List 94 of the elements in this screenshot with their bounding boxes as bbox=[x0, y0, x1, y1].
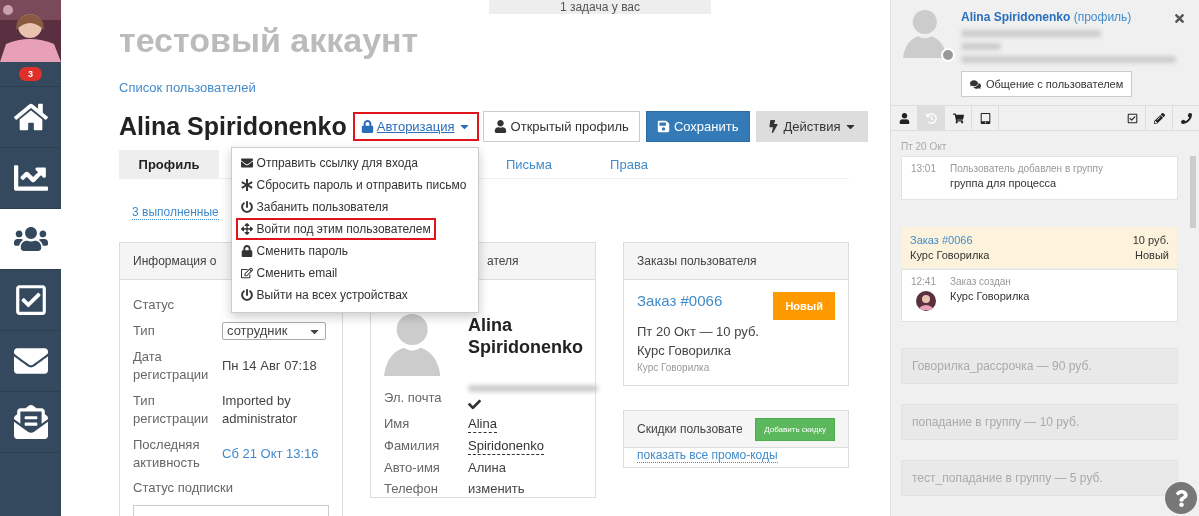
field-label: Фамилия bbox=[384, 438, 441, 454]
feed-date: Пт 20 Окт bbox=[901, 141, 948, 152]
order-details: Пт 20 Окт — 10 руб. bbox=[637, 324, 760, 339]
tab[interactable]: Письма bbox=[479, 150, 579, 178]
field-value: Imported by administrator bbox=[222, 392, 299, 428]
profile-button[interactable]: Открытый профиль bbox=[482, 111, 640, 142]
field-label: Статус подписки bbox=[133, 480, 235, 495]
actions-button[interactable]: Действия bbox=[755, 111, 869, 142]
menu-item[interactable]: Сменить email bbox=[235, 262, 343, 284]
order-status: Новый bbox=[1134, 249, 1169, 261]
field-label: Статус bbox=[133, 296, 176, 314]
chat-button[interactable]: Общение с пользователем bbox=[961, 71, 1133, 97]
menu-item[interactable]: Отправить ссылку для входа bbox=[235, 152, 423, 174]
menu-item[interactable]: Выйти на всех устройствах bbox=[235, 284, 413, 306]
tab[interactable]: Профиль bbox=[119, 150, 219, 178]
phone-icon bbox=[1180, 112, 1192, 124]
tasks-icon bbox=[13, 283, 48, 317]
offer-entry: попадание в группу — 10 руб. bbox=[901, 404, 1178, 440]
user-name: Alina Spiridonenko bbox=[119, 112, 347, 141]
user-icon bbox=[898, 112, 910, 124]
product-name: Курс Говорилка bbox=[910, 249, 991, 261]
menu-item[interactable]: Сбросить пароль и отправить письмо bbox=[235, 174, 472, 196]
order-link[interactable]: Заказ #0066 bbox=[637, 292, 723, 310]
status-badge: Новый bbox=[773, 292, 835, 320]
tasks-icon bbox=[1126, 112, 1138, 124]
user-icon bbox=[493, 120, 507, 133]
power-icon bbox=[240, 201, 253, 213]
field-label: Имя bbox=[384, 416, 411, 432]
type-select[interactable]: сотрудник bbox=[222, 322, 326, 340]
field-value: Пн 14 Авг 07:18 bbox=[222, 357, 317, 375]
menu-item[interactable]: Забанить пользователя bbox=[235, 196, 394, 218]
mail-icon bbox=[240, 157, 253, 169]
bolt-icon bbox=[766, 120, 780, 133]
save-button[interactable]: Сохранить bbox=[645, 111, 750, 142]
product-name: Курс Говорилка bbox=[637, 343, 732, 358]
asterisk-icon bbox=[240, 179, 253, 191]
field-label: Дата регистрации bbox=[133, 348, 210, 384]
field-label: Тип регистрации bbox=[133, 392, 210, 428]
card-title: Информация о bbox=[133, 254, 217, 268]
event-time: 13:01 bbox=[910, 163, 936, 174]
field-label: Последняя активность bbox=[133, 436, 201, 472]
lock-icon bbox=[360, 120, 374, 133]
promo-codes-link[interactable]: показать все промо-коды bbox=[637, 448, 778, 463]
event-title: Заказ создан bbox=[950, 276, 1012, 287]
editable-value[interactable]: Spiridonenko bbox=[468, 438, 544, 455]
menu-item[interactable]: Войти под этим пользователем bbox=[235, 218, 436, 240]
cart-icon bbox=[952, 112, 964, 124]
blurred-text bbox=[961, 43, 1001, 50]
field-label: Телефон bbox=[384, 481, 439, 497]
event-title: Пользователь добавлен в группу bbox=[950, 163, 1103, 174]
event-text: Курс Говорилка bbox=[950, 290, 1030, 302]
card-title: ателя bbox=[487, 254, 519, 268]
product-note: Курс Говорилка bbox=[637, 362, 711, 373]
event-time: 12:41 bbox=[910, 276, 936, 287]
breadcrumb-link[interactable]: Список пользователей bbox=[119, 80, 256, 95]
chat-icon bbox=[970, 78, 981, 90]
field-label: Авто-имя bbox=[384, 460, 441, 476]
order-price: 10 руб. bbox=[1132, 234, 1169, 246]
avatar-silhouette bbox=[903, 10, 947, 58]
help-button[interactable] bbox=[1165, 482, 1197, 514]
account-title: тестовый аккаунт bbox=[119, 20, 420, 60]
subscription-field[interactable] bbox=[133, 505, 329, 516]
event-text: группа для процесса bbox=[950, 177, 1058, 189]
close-icon[interactable] bbox=[1173, 12, 1186, 25]
field-value: Алина bbox=[468, 460, 506, 476]
task-banner[interactable]: 1 задача у вас bbox=[489, 0, 711, 14]
profile-name-link[interactable]: Alina Spiridonenko bbox=[961, 10, 1071, 24]
tab[interactable]: Права bbox=[579, 150, 679, 178]
notification-badge[interactable]: 3 bbox=[19, 67, 42, 81]
menu-item[interactable]: Сменить пароль bbox=[235, 240, 354, 262]
edit-icon bbox=[240, 267, 253, 279]
lock-icon bbox=[240, 245, 253, 257]
tablet-icon bbox=[979, 112, 991, 124]
history-icon bbox=[925, 112, 937, 124]
field-label: Эл. почта bbox=[384, 390, 443, 406]
field-label: Тип bbox=[133, 322, 156, 340]
editable-value[interactable]: Alina bbox=[468, 416, 497, 433]
offer-entry: Говорилка_рассрочка — 90 руб. bbox=[901, 348, 1178, 384]
field-value: изменить bbox=[468, 481, 525, 497]
power-icon bbox=[240, 289, 253, 301]
edit-icon bbox=[1153, 112, 1165, 124]
authorization-dropdown[interactable]: Авторизация bbox=[352, 112, 479, 141]
floppy-icon bbox=[656, 120, 670, 133]
activity-link[interactable]: Сб 21 Окт 13:16 bbox=[222, 445, 319, 463]
card-title: Заказы пользователя bbox=[637, 254, 757, 268]
completed-link[interactable]: 3 выполненные bbox=[132, 205, 219, 220]
move-icon bbox=[240, 223, 253, 235]
card-title: Скидки пользовате bbox=[637, 422, 743, 436]
scrollbar[interactable] bbox=[1190, 156, 1196, 228]
contact-name: Alina Spiridonenko bbox=[468, 314, 583, 358]
sidebar-item[interactable] bbox=[0, 209, 61, 270]
order-link[interactable]: Заказ #0066 bbox=[910, 234, 1133, 246]
offer-entry: тест_попадание в группу — 5 руб. bbox=[901, 460, 1178, 496]
status-dot bbox=[941, 48, 955, 62]
